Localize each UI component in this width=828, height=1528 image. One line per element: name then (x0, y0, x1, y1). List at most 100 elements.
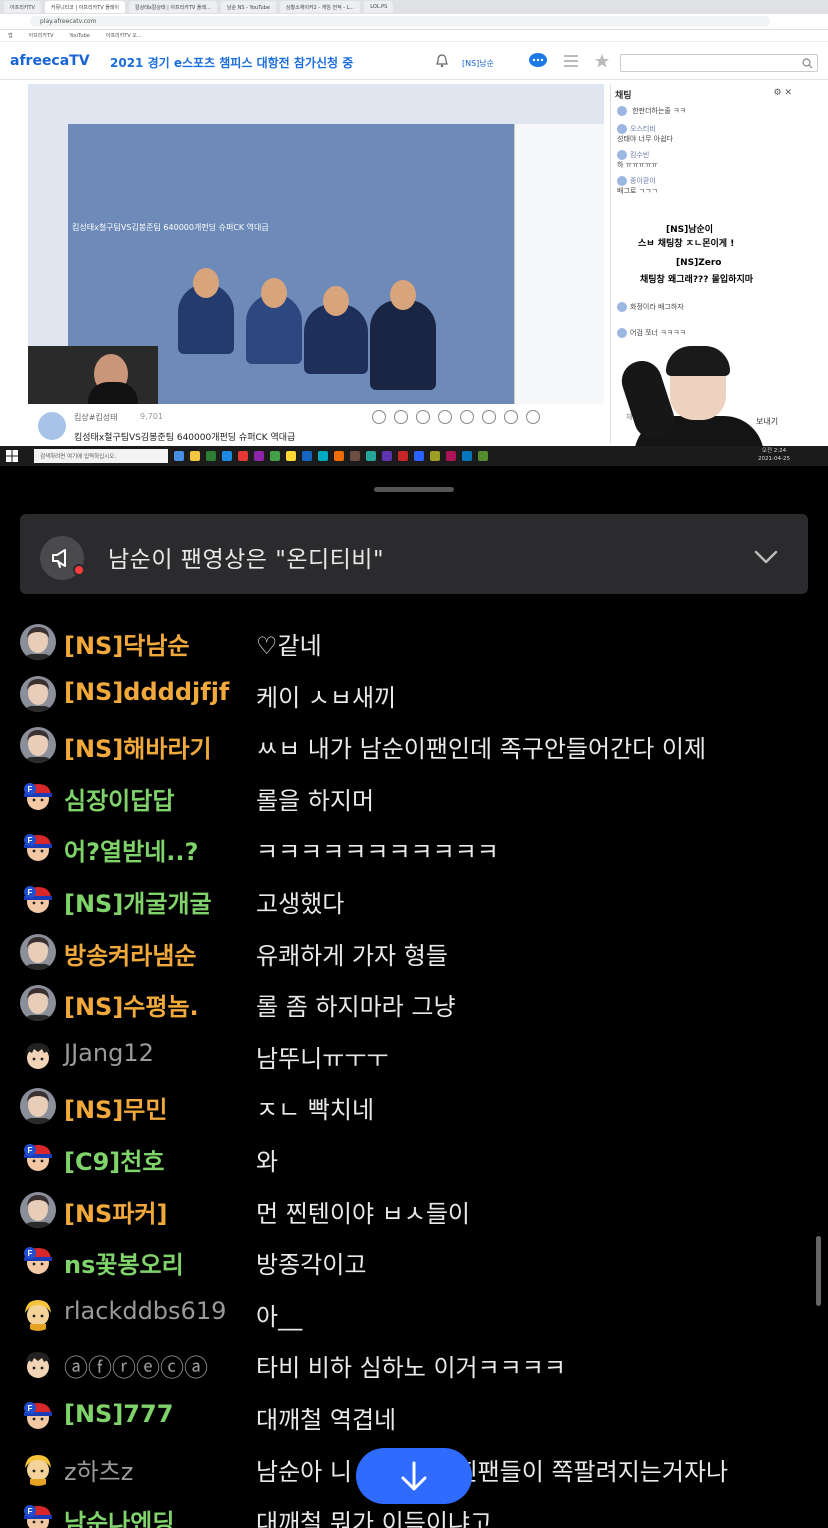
chat-notice-banner[interactable]: 남순이 팬영상은 "온디티비" (20, 514, 808, 594)
user-avatar[interactable] (20, 1191, 56, 1228)
chat-nickname[interactable]: [NS]수평놈. (64, 987, 199, 1022)
chat-nickname[interactable]: [NS]해바라기 (64, 729, 212, 764)
chat-row[interactable]: [NS]해바라기 ㅆㅂ 내가 남순이팬인데 족구안들어간다 이제 (0, 721, 800, 769)
browser-tab[interactable]: 남순 NS - YouTube (220, 1, 276, 13)
user-avatar[interactable] (20, 933, 56, 970)
side-chat-settings-icon[interactable]: ⚙ ✕ (774, 88, 792, 98)
favorite-icon[interactable] (504, 410, 518, 424)
chat-nickname[interactable]: [NS]777 (64, 1400, 173, 1428)
sticker-icon[interactable] (438, 410, 452, 424)
chat-nickname[interactable]: z하츠z (64, 1452, 133, 1487)
subscribe-icon[interactable] (482, 410, 496, 424)
app-icon[interactable] (366, 451, 376, 461)
chat-row[interactable]: Fns꽃봉오리 방종각이고 (0, 1237, 800, 1285)
chat-nickname[interactable]: 방송켜라냄순 (64, 936, 196, 971)
app-icon[interactable] (302, 451, 312, 461)
user-avatar[interactable]: F (20, 1398, 56, 1434)
bookmark-item[interactable]: 앱 (8, 32, 13, 39)
menu-icon[interactable] (564, 55, 578, 67)
app-icon[interactable] (414, 451, 424, 461)
user-avatar[interactable] (20, 727, 56, 764)
chat-row[interactable]: rlackddbs619 아__ (0, 1289, 800, 1337)
app-icon[interactable] (478, 451, 488, 461)
chat-nickname[interactable]: ns꽃봉오리 (64, 1245, 184, 1280)
event-banner[interactable]: 2021 경기 e스포츠 챔피스 대항전 참가신청 중 (110, 54, 353, 71)
chat-row[interactable]: JJang12 남뚜니ㅠㅜㅜ (0, 1031, 800, 1079)
search-icon[interactable] (802, 58, 813, 69)
ad-icon[interactable] (416, 410, 430, 424)
site-search-input[interactable] (620, 54, 818, 72)
app-icon[interactable] (334, 451, 344, 461)
user-avatar[interactable] (20, 1036, 56, 1073)
share-icon[interactable] (526, 410, 540, 424)
browser-tab[interactable]: 상황소재이커2 - 게임 전적 - L... (279, 1, 361, 13)
chat-row[interactable]: F 심장이답답 롤을 하지머 (0, 773, 800, 821)
streamer-name[interactable]: 킴상#킴성태 (74, 412, 118, 423)
app-icon[interactable] (382, 451, 392, 461)
app-icon[interactable] (190, 451, 200, 461)
user-avatar[interactable]: F (20, 882, 56, 918)
bookmark-item[interactable]: 아프리카TV (29, 32, 54, 39)
user-avatar[interactable]: F (20, 1243, 56, 1280)
chat-nickname[interactable]: [NS]무민 (64, 1090, 167, 1125)
app-icon[interactable] (254, 451, 264, 461)
chat-row[interactable]: [NS]수평놈. 롤 좀 하지마라 그냥 (0, 979, 800, 1027)
app-icon[interactable] (430, 451, 440, 461)
chat-row[interactable]: F [C9]천호 와 (0, 1134, 800, 1182)
chat-row[interactable]: 방송켜라냄순 유쾌하게 가자 형들 (0, 928, 800, 976)
user-avatar[interactable] (20, 1449, 56, 1486)
app-icon[interactable] (462, 451, 472, 461)
chevron-down-icon[interactable] (754, 544, 778, 568)
app-icon[interactable] (446, 451, 456, 461)
star-icon[interactable] (594, 53, 610, 69)
user-avatar[interactable]: F (20, 1501, 56, 1528)
app-icon[interactable] (238, 451, 248, 461)
user-avatar[interactable] (20, 624, 56, 660)
chat-nickname[interactable]: 남순나엔딩 (64, 1503, 174, 1528)
chat-message-list[interactable]: [NS]닥남순 ♡같네 [NS]ddddjfjf 케이 ㅅㅂ새끼 [NS]해바라기 ㅆㅂ … (0, 590, 828, 1528)
url-field[interactable]: play.afreecatv.com (30, 16, 770, 27)
app-icon[interactable] (270, 451, 280, 461)
chat-row[interactable]: [NS]무민 ㅈㄴ 빡치네 (0, 1082, 800, 1130)
chat-row[interactable]: [NS파커] 먼 찐텐이야 ㅂㅅ들이 (0, 1186, 800, 1234)
app-icon[interactable] (206, 451, 216, 461)
bookmark-item[interactable]: YouTube (70, 33, 90, 39)
balloon-icon[interactable] (460, 410, 474, 424)
chat-nickname[interactable]: 어?열받네..? (64, 832, 198, 867)
user-avatar[interactable] (20, 1346, 56, 1383)
chat-nickname[interactable]: ⓐⓕⓡⓔⓒⓐ (64, 1348, 208, 1383)
recommend-icon[interactable] (372, 410, 386, 424)
app-icon[interactable] (286, 451, 296, 461)
windows-start-icon[interactable] (6, 450, 18, 462)
chat-row[interactable]: F 어?열받네..? ㅋㅋㅋㅋㅋㅋㅋㅋㅋㅋㅋ (0, 824, 800, 872)
chat-row[interactable]: F [NS]777 대깨철 역겹네 (0, 1392, 800, 1440)
chat-row[interactable]: [NS]닥남순 ♡같네 (0, 618, 800, 666)
app-icon[interactable] (318, 451, 328, 461)
browser-tab[interactable]: 커뮤니티코 | 아프리카TV 플레이 (44, 1, 126, 13)
app-icon[interactable] (174, 451, 184, 461)
user-avatar[interactable] (20, 675, 56, 712)
chat-row[interactable]: ⓐⓕⓡⓔⓒⓐ 타비 비하 심하노 이거ㅋㅋㅋㅋ (0, 1340, 800, 1388)
app-icon[interactable] (222, 451, 232, 461)
browser-tab[interactable]: 칼상태x칼상태 | 아프리카TV 플레... (129, 1, 217, 13)
chat-nickname[interactable]: [NS]닥남순 (64, 626, 190, 661)
sheet-drag-handle[interactable] (374, 487, 454, 492)
bookmark-item[interactable]: 아프리카TV 오... (106, 32, 142, 39)
video-player[interactable]: 킴성태x철구팀VS김봉준팀 640000개펀딩 슈퍼CK 역대급 (28, 84, 604, 404)
gift-icon[interactable] (394, 410, 408, 424)
user-avatar[interactable]: F (20, 830, 56, 867)
user-avatar[interactable] (20, 1294, 56, 1331)
taskbar-clock[interactable]: 오전 2:24 2021-04-25 (758, 447, 790, 463)
streamer-avatar[interactable] (38, 412, 66, 440)
bell-icon[interactable] (436, 54, 448, 68)
chat-nickname[interactable]: 심장이답답 (64, 781, 174, 816)
app-icon[interactable] (350, 451, 360, 461)
browser-tab[interactable]: LOL.PS (364, 1, 394, 13)
site-logo[interactable]: afreecaTV (10, 53, 90, 69)
chat-row[interactable]: [NS]ddddjfjf 케이 ㅅㅂ새끼 (0, 670, 800, 718)
chat-nickname[interactable]: [NS]개굴개굴 (64, 884, 212, 919)
user-avatar[interactable]: F (20, 1140, 56, 1176)
user-avatar[interactable]: F (20, 778, 56, 815)
chat-scrollbar[interactable] (816, 1236, 821, 1306)
browser-tab[interactable]: 아프리카TV (4, 1, 41, 13)
